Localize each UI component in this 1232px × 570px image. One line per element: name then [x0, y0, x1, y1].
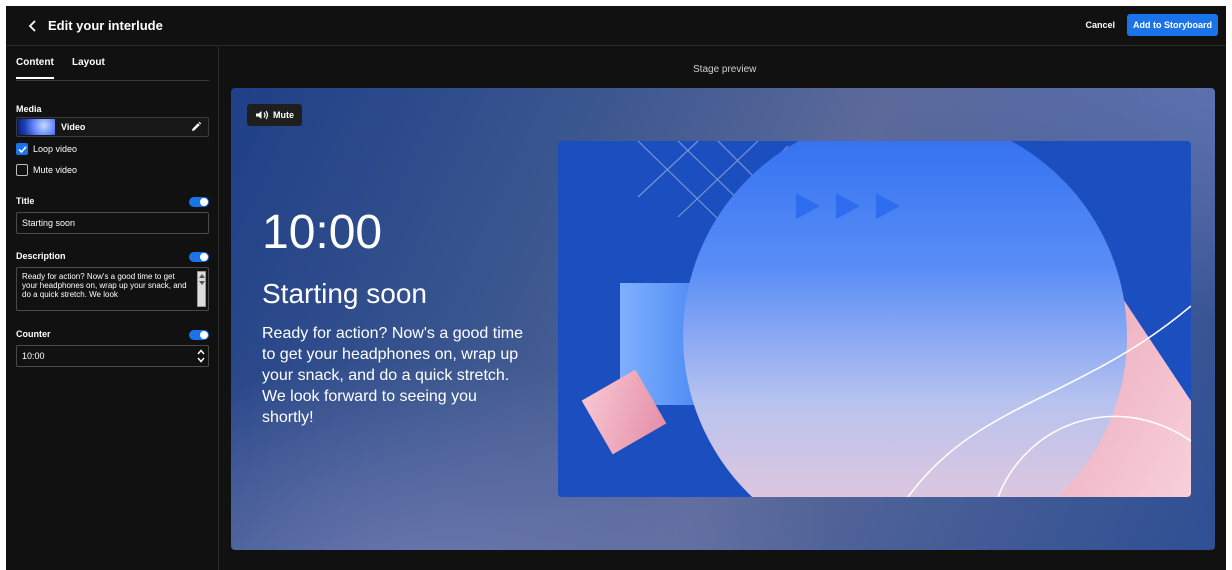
title-toggle[interactable]: [189, 197, 209, 207]
pencil-icon[interactable]: [190, 121, 202, 133]
mute-button[interactable]: Mute: [247, 104, 302, 126]
textarea-scrollbar[interactable]: [197, 271, 206, 307]
mute-video-label: Mute video: [33, 165, 78, 175]
speaker-icon: [256, 110, 269, 120]
title-label: Title: [16, 196, 35, 206]
title-input-value: Starting soon: [22, 218, 76, 228]
description-label: Description: [16, 251, 66, 261]
stepper-icon[interactable]: [197, 348, 205, 364]
cancel-button[interactable]: Cancel: [1085, 20, 1115, 30]
artwork-graphic: [558, 141, 1191, 497]
description-textarea[interactable]: Ready for action? Now's a good time to g…: [16, 267, 209, 311]
counter-input-value: 10:00: [22, 351, 45, 361]
chevron-left-icon: [28, 19, 36, 32]
description-value: Ready for action? Now's a good time to g…: [22, 272, 187, 299]
loop-video-label: Loop video: [33, 144, 78, 154]
page-title: Edit your interlude: [48, 18, 163, 33]
stage-preview: Mute 10:00 Starting soon Ready for actio…: [231, 88, 1215, 550]
tab-layout[interactable]: Layout: [72, 57, 105, 68]
counter-input[interactable]: 10:00: [16, 345, 209, 367]
add-to-storyboard-button[interactable]: Add to Storyboard: [1127, 14, 1218, 36]
media-thumbnail: [18, 119, 55, 135]
scroll-down-icon: [199, 281, 205, 285]
decorative-artwork: [558, 141, 1191, 497]
checkmark-icon: [17, 145, 27, 153]
stage-title: Starting soon: [262, 278, 427, 309]
tab-bar: Content Layout: [16, 57, 209, 81]
app-frame: Edit your interlude Cancel Add to Storyb…: [6, 6, 1226, 570]
loop-video-checkbox[interactable]: [16, 143, 28, 155]
mute-video-checkbox[interactable]: [16, 164, 28, 176]
stage-counter: 10:00: [262, 206, 383, 259]
mute-label: Mute: [273, 110, 294, 120]
counter-label: Counter: [16, 329, 51, 339]
scroll-up-icon: [199, 274, 205, 278]
sidebar: Content Layout Media Video Loop video Mu…: [6, 47, 219, 570]
stage-preview-label: Stage preview: [693, 64, 757, 75]
large-circle: [683, 141, 1127, 497]
media-selector[interactable]: Video: [16, 117, 209, 137]
back-button[interactable]: [20, 6, 46, 46]
tab-content[interactable]: Content: [16, 57, 54, 79]
media-label: Media: [16, 104, 42, 114]
header: Edit your interlude Cancel Add to Storyb…: [6, 6, 1226, 46]
stage-description: Ready for action? Now's a good time to g…: [262, 325, 523, 426]
media-value: Video: [61, 122, 86, 132]
description-toggle[interactable]: [189, 252, 209, 262]
counter-toggle[interactable]: [189, 330, 209, 340]
title-input[interactable]: Starting soon: [16, 212, 209, 234]
